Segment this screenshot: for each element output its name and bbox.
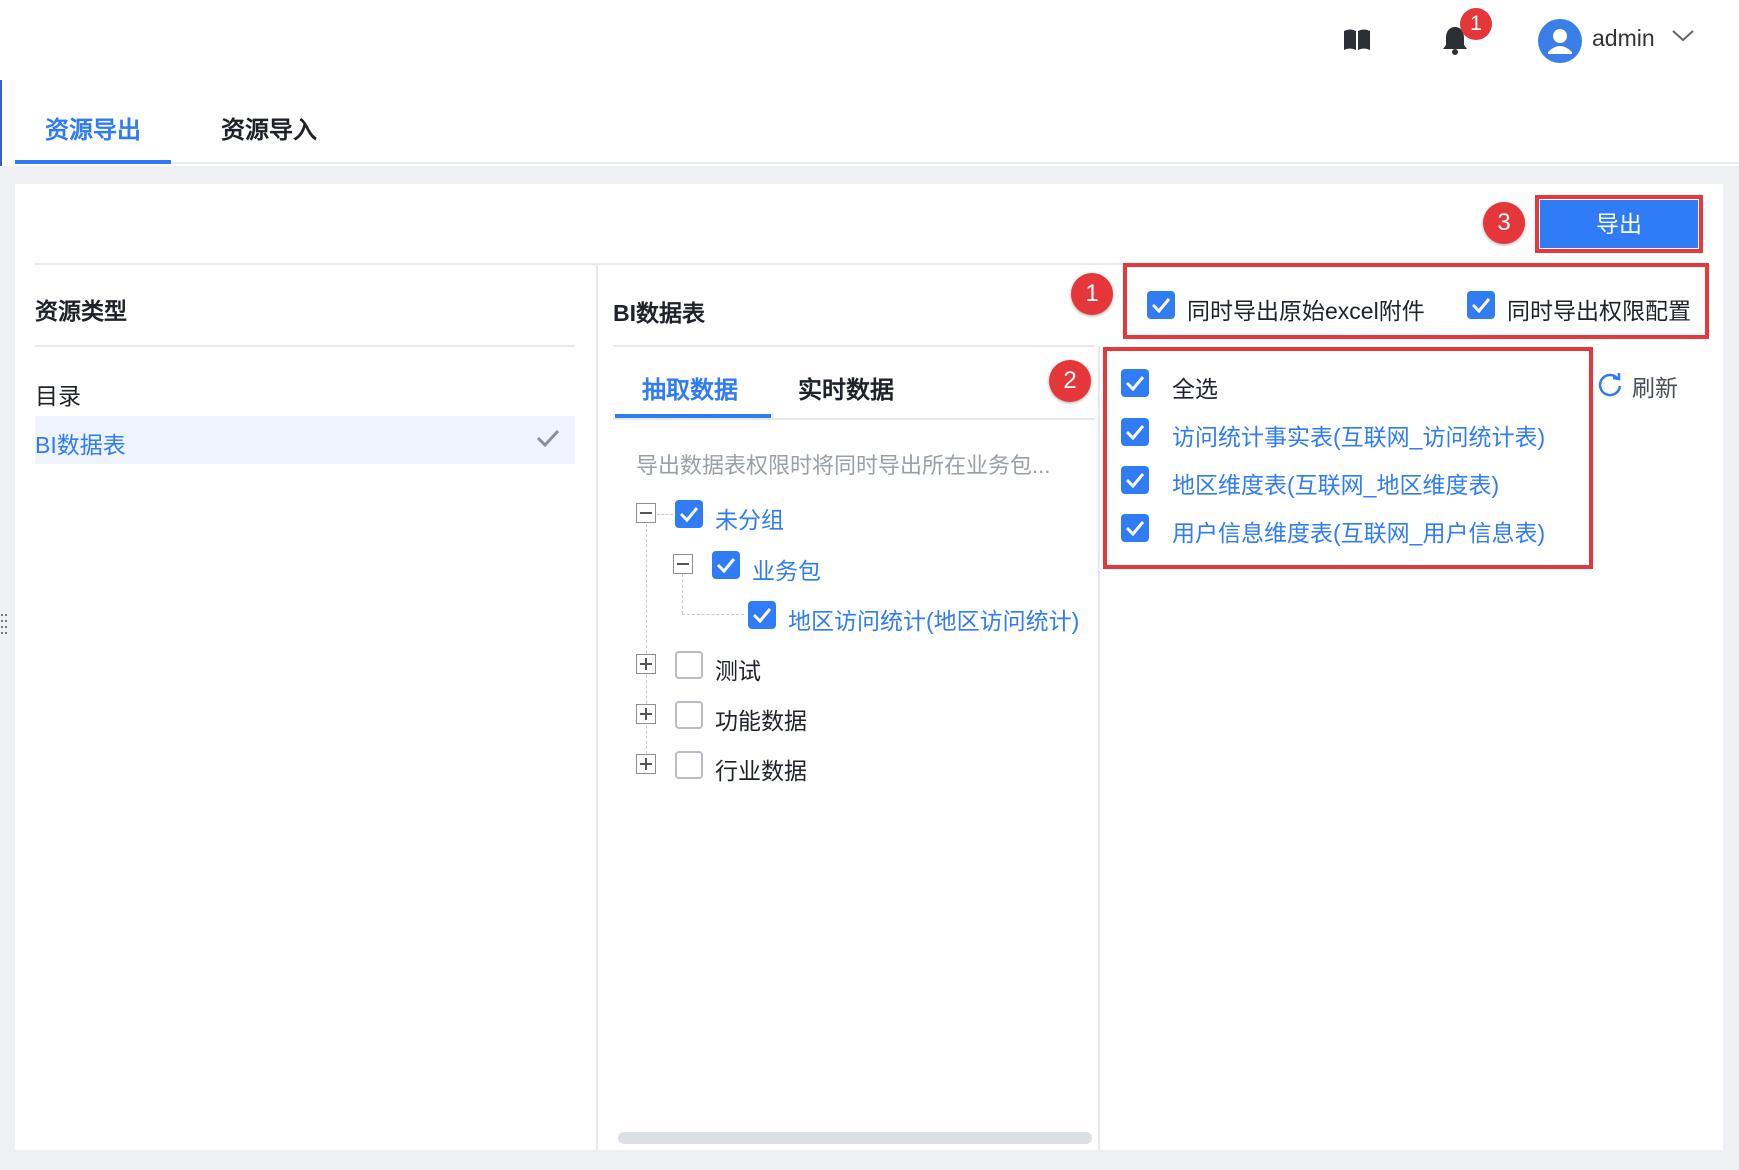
tree-expand-function-data[interactable] <box>636 704 656 724</box>
tab-resource-import[interactable]: 资源导入 <box>221 110 317 145</box>
tree-label-region-visit[interactable]: 地区访问统计(地区访问统计) <box>788 602 1079 636</box>
notification-badge: 1 <box>1460 8 1492 40</box>
tree-checkbox-region-visit[interactable] <box>748 601 776 629</box>
bi-table-heading: BI数据表 <box>613 300 705 326</box>
label-select-all[interactable]: 全选 <box>1172 370 1218 404</box>
book-icon[interactable] <box>1342 24 1372 59</box>
callout-3: 3 <box>1483 202 1525 244</box>
checkbox-visit-fact-table[interactable] <box>1121 418 1149 446</box>
sub-tab-divider <box>613 418 1095 420</box>
nav-item-catalog[interactable]: 目录 <box>35 377 81 411</box>
resource-type-divider <box>35 345 575 347</box>
tree-label-function-data[interactable]: 功能数据 <box>715 702 807 736</box>
tab-resource-export[interactable]: 资源导出 <box>45 110 141 145</box>
column-divider-right <box>1098 346 1100 1150</box>
tree-collapse-business-package[interactable] <box>673 554 693 574</box>
tree-collapse-ungrouped[interactable] <box>636 503 656 523</box>
tree-guide-root <box>646 524 647 764</box>
chevron-down-icon[interactable] <box>1670 28 1696 49</box>
main-tabs: 资源导出 资源导入 <box>15 82 1739 164</box>
tree-label-ungrouped[interactable]: 未分组 <box>715 501 784 535</box>
page: 1 admin 资源导出 资源导入 导出 3 资源类型 目录 BI数据表 BI数… <box>0 0 1739 1170</box>
tab-active-indicator <box>15 160 171 164</box>
refresh-button[interactable]: 刷新 <box>1632 369 1678 403</box>
tree-checkbox-test[interactable] <box>675 651 703 679</box>
checkbox-user-info-table[interactable] <box>1121 514 1149 542</box>
bi-table-divider <box>613 345 1095 347</box>
tree-guide-package <box>682 574 683 614</box>
column-divider-left <box>596 264 598 1150</box>
tree-label-industry-data[interactable]: 行业数据 <box>715 752 807 786</box>
tree-label-test[interactable]: 测试 <box>715 652 761 686</box>
export-hint-text: 导出数据表权限时将同时导出所在业务包... <box>636 453 1051 478</box>
nav-item-bi-table-label: BI数据表 <box>35 432 126 458</box>
tree-guide-leaf <box>682 614 744 615</box>
username[interactable]: admin <box>1592 25 1655 52</box>
callout-2: 2 <box>1049 360 1091 402</box>
resize-grip-icon[interactable] <box>0 612 8 640</box>
label-user-info-table[interactable]: 用户信息维度表(互联网_用户信息表) <box>1172 514 1545 548</box>
checkbox-export-permissions[interactable] <box>1467 291 1495 319</box>
tree-checkbox-ungrouped[interactable] <box>675 500 703 528</box>
tree-expand-industry-data[interactable] <box>636 754 656 774</box>
label-region-dim-table[interactable]: 地区维度表(互联网_地区维度表) <box>1172 466 1499 500</box>
label-export-permissions[interactable]: 同时导出权限配置 <box>1507 292 1691 326</box>
resource-type-heading: 资源类型 <box>35 298 127 324</box>
tree-checkbox-function-data[interactable] <box>675 701 703 729</box>
tree-guide-package-link <box>657 514 673 515</box>
tree-checkbox-industry-data[interactable] <box>675 751 703 779</box>
highlight-box-export <box>1535 195 1703 253</box>
tab-realtime-data[interactable]: 实时数据 <box>798 370 894 405</box>
label-visit-fact-table[interactable]: 访问统计事实表(互联网_访问统计表) <box>1172 418 1545 452</box>
tree-horizontal-scrollbar[interactable] <box>618 1132 1092 1144</box>
callout-1: 1 <box>1071 273 1113 315</box>
user-avatar-icon[interactable] <box>1538 19 1582 63</box>
checkbox-select-all[interactable] <box>1121 369 1149 397</box>
tree-label-business-package[interactable]: 业务包 <box>752 552 821 586</box>
tab-extract-data[interactable]: 抽取数据 <box>642 370 738 405</box>
label-export-excel[interactable]: 同时导出原始excel附件 <box>1187 292 1425 326</box>
refresh-icon[interactable] <box>1596 370 1624 403</box>
top-bar: 1 admin <box>0 0 1739 82</box>
tree-checkbox-business-package[interactable] <box>712 551 740 579</box>
checkbox-region-dim-table[interactable] <box>1121 466 1149 494</box>
tree-expand-test[interactable] <box>636 654 656 674</box>
checkbox-export-excel[interactable] <box>1147 291 1175 319</box>
check-mark-icon <box>536 428 560 453</box>
